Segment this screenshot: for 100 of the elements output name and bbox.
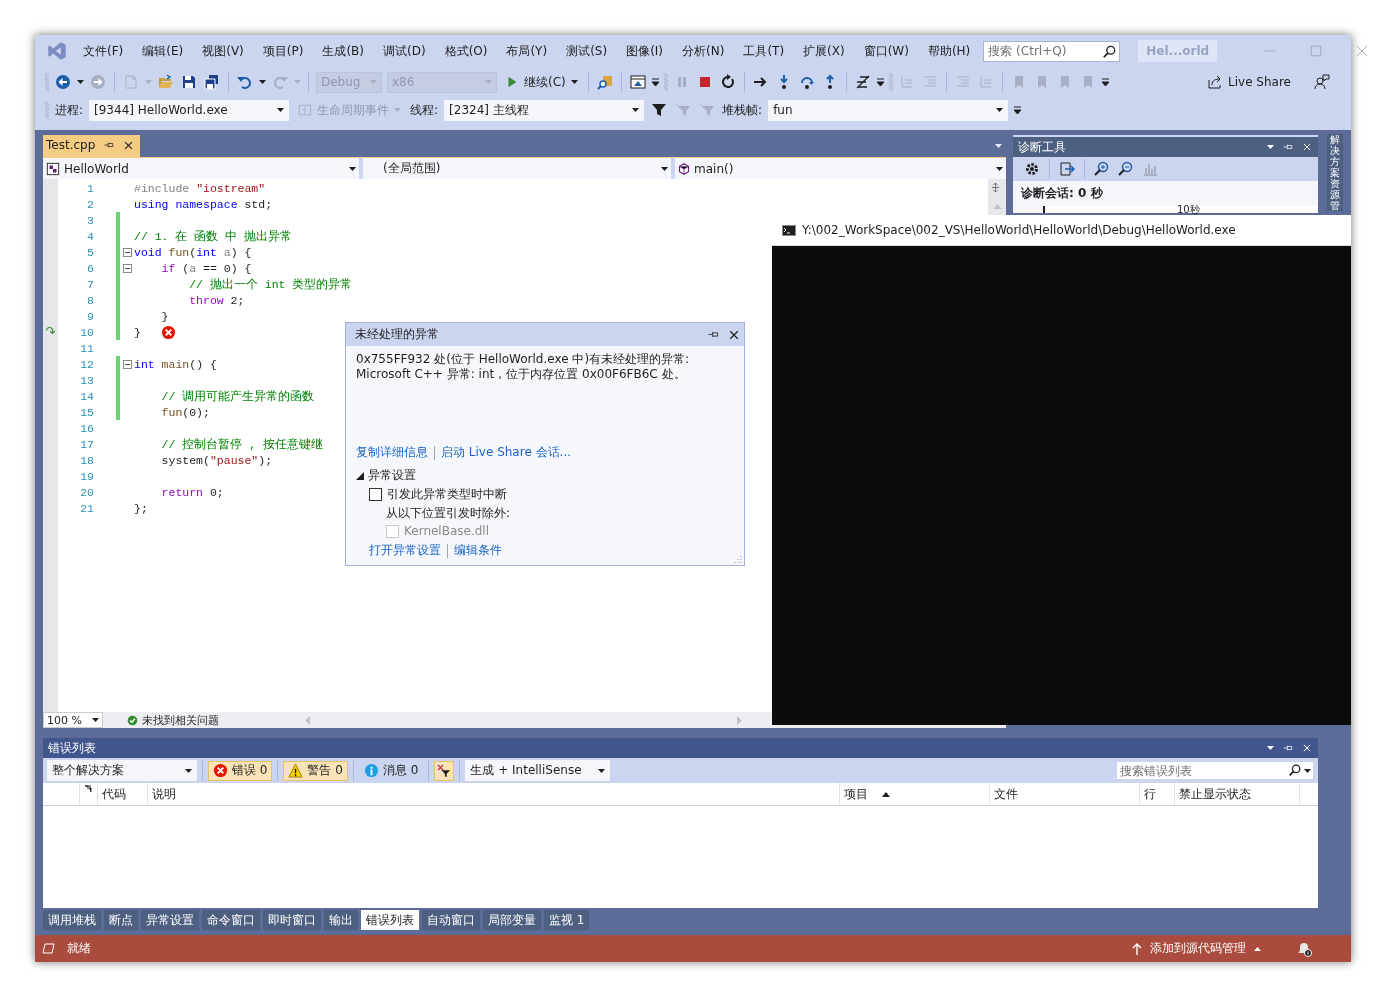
search-field[interactable]: 搜索错误列表 [1116, 761, 1314, 780]
column-header[interactable]: 项目 [840, 783, 990, 805]
menu-item[interactable]: 工具(T) [737, 42, 793, 60]
zoom-out-icon[interactable] [1118, 161, 1134, 177]
menu-item[interactable]: 分析(N) [676, 42, 733, 60]
column-header[interactable]: 说明 [148, 783, 840, 805]
step-over-icon[interactable] [798, 74, 815, 90]
project-dropdown[interactable]: HelloWorld [43, 158, 359, 179]
caret-icon[interactable] [349, 166, 356, 171]
caret-icon[interactable] [1267, 145, 1274, 149]
filter-toggle[interactable]: 警告 0 [283, 760, 348, 781]
menu-item[interactable]: 项目(P) [256, 42, 312, 60]
grip-handle[interactable] [45, 72, 49, 92]
filter-icon[interactable] [651, 102, 668, 118]
menu-item[interactable]: 帮助(H) [921, 42, 979, 60]
close-icon[interactable] [123, 139, 135, 151]
source-control-button[interactable]: 添加到源代码管理 [1126, 939, 1267, 958]
document-tab[interactable]: Test.cpp [43, 135, 141, 157]
live-share-button[interactable]: Live Share [1204, 74, 1294, 90]
overflow-icon[interactable] [1101, 77, 1109, 87]
menu-item[interactable]: 调试(D) [377, 42, 434, 60]
caret-icon[interactable] [632, 108, 640, 112]
close-icon[interactable] [1302, 743, 1312, 753]
column-header[interactable]: 代码 [98, 783, 148, 805]
column-header[interactable]: 文件 [990, 783, 1140, 805]
caret-icon[interactable] [277, 108, 285, 112]
grip-handle[interactable] [888, 72, 893, 92]
member-dropdown[interactable]: main() [675, 158, 1006, 179]
panel-tab[interactable]: 输出 [324, 910, 358, 930]
hatch-icon[interactable] [854, 74, 871, 90]
collapse-icon[interactable] [122, 247, 132, 257]
find-icon[interactable] [596, 74, 613, 90]
panel-tab[interactable]: 命令窗口 [202, 910, 260, 930]
collapse-icon[interactable] [122, 263, 132, 273]
overflow-icon[interactable] [1014, 105, 1022, 115]
undo-icon[interactable] [237, 74, 253, 90]
overflow-icon[interactable] [876, 77, 884, 87]
filter-toggle[interactable]: 消息 0 [358, 760, 424, 781]
filter-toggle[interactable] [434, 760, 455, 781]
panel-tab[interactable]: 错误列表 [361, 910, 419, 930]
window-icon[interactable] [629, 74, 646, 90]
continue-button[interactable]: 继续(C) [502, 73, 581, 91]
scope-dropdown[interactable]: (全局范围) [363, 158, 671, 179]
grip-handle[interactable] [663, 72, 668, 92]
save-icon[interactable] [181, 74, 197, 90]
zoom-dropdown[interactable]: 100 % [43, 712, 103, 728]
menu-item[interactable]: 布局(Y) [500, 42, 556, 60]
caret-icon[interactable] [570, 80, 578, 84]
link[interactable]: 启动 Live Share 会话... [441, 444, 572, 461]
menu-item[interactable]: 编辑(E) [136, 42, 192, 60]
expand-triangle-icon[interactable] [356, 471, 364, 480]
feedback-icon[interactable] [1314, 74, 1330, 90]
caret-icon[interactable] [185, 768, 192, 773]
panel-tab[interactable]: 即时窗口 [263, 910, 321, 930]
menu-item[interactable]: 窗口(W) [857, 42, 917, 60]
caret-icon[interactable] [598, 768, 606, 773]
process-dropdown[interactable]: [9344] HelloWorld.exe [89, 99, 290, 121]
checkbox[interactable]: 引发此异常类型时中断 [369, 486, 734, 503]
thread-dropdown[interactable]: [2324] 主线程 [444, 99, 645, 121]
panel-tab[interactable]: 异常设置 [141, 910, 199, 930]
column-header[interactable]: 行 [1140, 783, 1175, 805]
filter-toggle[interactable]: 错误 0 [208, 760, 273, 781]
back-icon[interactable] [55, 74, 71, 90]
collapse-icon[interactable] [122, 359, 132, 369]
menu-item[interactable]: 格式(O) [438, 42, 496, 60]
menu-item[interactable]: 生成(B) [316, 42, 372, 60]
close-icon[interactable] [1302, 142, 1312, 152]
close-icon[interactable] [728, 328, 740, 341]
column-options-icon[interactable] [84, 785, 92, 793]
menu-item[interactable]: 文件(F) [77, 42, 132, 60]
export-icon[interactable] [1059, 161, 1075, 177]
panel-tab[interactable]: 调用堆栈 [43, 910, 101, 930]
menu-item[interactable]: 测试(S) [560, 42, 616, 60]
menu-item[interactable]: 扩展(X) [797, 42, 853, 60]
panel-tab[interactable]: 自动窗口 [422, 910, 480, 930]
caret-icon[interactable] [259, 80, 266, 84]
panel-tab[interactable]: 监视 1 [544, 910, 590, 930]
caret-icon[interactable] [996, 166, 1003, 171]
link[interactable]: 打开异常设置 [369, 542, 441, 559]
open-folder-icon[interactable] [158, 74, 174, 90]
caret-icon[interactable] [661, 166, 668, 171]
zoom-in-icon[interactable] [1094, 161, 1110, 177]
stack-frame-dropdown[interactable]: fun [768, 99, 1009, 121]
caret-icon[interactable] [92, 718, 99, 722]
panel-tab[interactable]: 断点 [104, 910, 138, 930]
menu-item[interactable]: 图像(I) [620, 42, 672, 60]
source-dropdown[interactable]: 生成 + IntelliSense [465, 760, 611, 781]
caret-icon[interactable] [1267, 746, 1274, 750]
resize-grip-icon[interactable] [734, 555, 742, 563]
save-all-icon[interactable] [204, 74, 220, 90]
menu-item[interactable]: 视图(V) [196, 42, 252, 60]
link[interactable]: 编辑条件 [454, 542, 502, 559]
caret-icon[interactable] [1304, 768, 1311, 773]
caret-icon[interactable] [77, 80, 84, 84]
overflow-icon[interactable] [651, 77, 659, 87]
scope-dropdown[interactable]: 整个解决方案 [47, 760, 197, 781]
panel-tab[interactable]: 局部变量 [483, 910, 541, 930]
search-field[interactable]: 搜索 (Ctrl+Q) [983, 40, 1121, 62]
caret-icon[interactable] [996, 108, 1004, 112]
settings-icon[interactable] [1024, 161, 1040, 177]
